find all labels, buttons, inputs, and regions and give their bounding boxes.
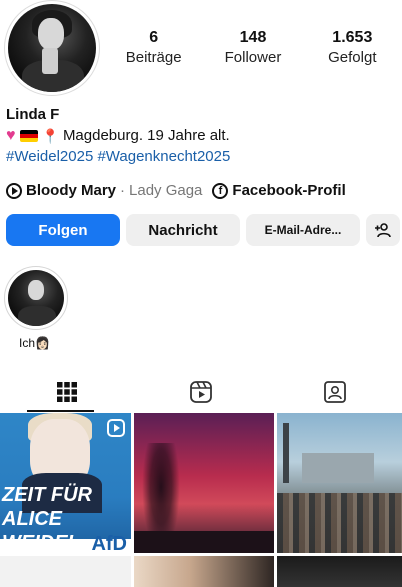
post-thumbnail[interactable] [277,413,402,553]
profile-bio: ♥ 📍 Magdeburg. 19 Jahre alt. [6,126,230,146]
tab-reels[interactable] [134,372,268,412]
stat-following-label: Gefolgt [328,49,377,66]
post-thumbnail[interactable]: ZEIT FÜR ALICE WEIDEL AfD [0,413,131,553]
tab-tagged[interactable] [268,372,402,412]
tagged-icon [324,381,346,403]
profile-tabs [0,372,402,412]
story-highlight[interactable] [4,266,68,330]
song-separator: · [120,182,126,199]
bio-text: Magdeburg. 19 Jahre alt. [62,127,230,144]
follow-button[interactable]: Folgen [6,214,120,246]
add-person-button[interactable] [366,214,400,246]
reels-icon [190,381,212,403]
bio-hashtags[interactable]: #Weidel2025 #Wagenknecht2025 [6,148,230,165]
posts-grid: ZEIT FÜR ALICE WEIDEL AfD [0,413,402,587]
stat-following-count: 1.653 [332,29,373,46]
post-thumbnail[interactable] [134,413,274,553]
facebook-profile-link[interactable]: Facebook-Profil [232,182,345,199]
stat-followers[interactable]: 148 Follower [203,28,302,68]
stat-posts[interactable]: 6 Beiträge [104,28,203,68]
stat-following[interactable]: 1.653 Gefolgt [303,28,402,68]
reel-badge-icon [107,419,125,437]
add-person-icon [375,223,391,238]
post-thumbnail[interactable] [134,556,274,587]
stat-followers-label: Follower [224,49,282,66]
germany-flag-icon [19,130,38,142]
location-pin-icon: 📍 [41,128,59,144]
post-thumbnail[interactable] [0,556,131,587]
stat-posts-count: 6 [149,29,159,46]
highlight-image [8,270,64,326]
tab-grid[interactable] [0,372,134,412]
post-logo-text: AfD [91,533,127,553]
song-title: Bloody Mary [26,182,117,199]
facebook-icon: f [212,182,229,199]
stat-posts-label: Beiträge [125,49,182,66]
heart-icon: ♥ [6,127,16,144]
highlight-label: Ich👩🏻 [19,336,50,350]
stat-followers-count: 148 [239,29,267,46]
profile-stats: 6 Beiträge 148 Follower 1.653 Gefolgt [104,28,402,68]
message-button[interactable]: Nachricht [126,214,240,246]
grid-icon [57,382,77,402]
profile-name: Linda F [6,106,60,123]
post-thumbnail[interactable] [277,556,402,587]
profile-avatar[interactable] [4,0,100,96]
avatar-image [8,4,96,92]
music-play-icon [6,182,22,199]
song-artist: Lady Gaga [129,182,203,199]
action-buttons: Folgen Nachricht E-Mail-Adre... [6,214,402,246]
email-button[interactable]: E-Mail-Adre... [246,214,360,246]
music-row[interactable]: Bloody Mary · Lady Gaga f Facebook-Profi… [6,182,346,199]
